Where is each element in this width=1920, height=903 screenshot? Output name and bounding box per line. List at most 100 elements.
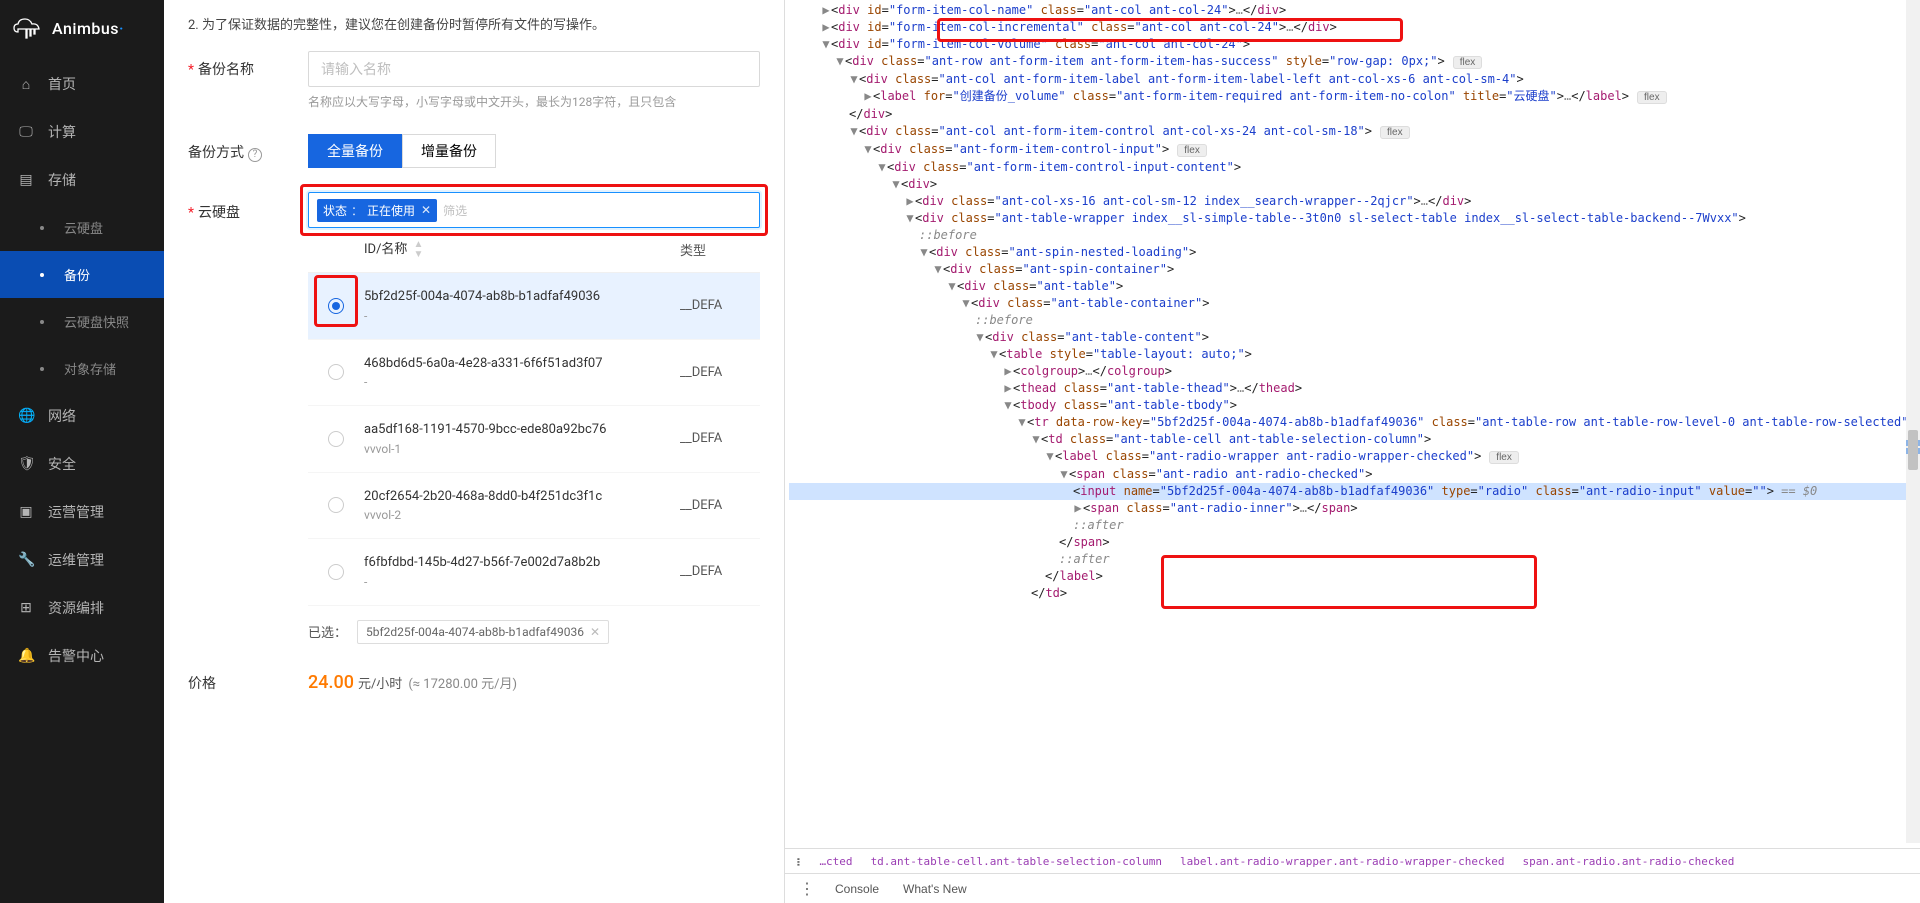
nav-network[interactable]: 🌐网络 (0, 392, 164, 440)
scroll-thumb[interactable] (1908, 430, 1918, 470)
help-text: 名称应以大写字母，小写字母或中文开头，最长为128字符，且只包含 (308, 93, 760, 110)
breadcrumb-item[interactable]: label.ant-radio-wrapper.ant-radio-wrappe… (1180, 855, 1505, 868)
dom-tree[interactable]: ▶<div id="form-item-col-name" class="ant… (785, 0, 1920, 848)
more-icon[interactable]: ⋯ (790, 858, 806, 864)
scrollbar[interactable] (1906, 0, 1920, 843)
dom-node[interactable]: ▼<div class="ant-table-content"> (789, 329, 1920, 346)
dom-node[interactable]: ▶<colgroup>…</colgroup> (789, 363, 1920, 380)
dom-node[interactable]: ▼<div class="ant-col ant-form-item-label… (789, 71, 1920, 88)
dom-node[interactable]: ▼<span class="ant-radio ant-radio-checke… (789, 466, 1920, 483)
btn-full-backup[interactable]: 全量备份 (308, 134, 402, 168)
filter-input[interactable]: 状态 ： 正在使用 ✕ 筛选 (308, 192, 760, 228)
close-icon[interactable]: ✕ (590, 625, 600, 639)
dom-node[interactable]: </span> (789, 534, 1920, 551)
dom-node[interactable]: ::after (789, 517, 1920, 534)
nav-object-storage[interactable]: 对象存储 (0, 345, 164, 392)
label-backup-name: *备份名称 (188, 51, 308, 79)
nav-orchestrate[interactable]: ⊞资源编排 (0, 584, 164, 632)
row-backup-name: *备份名称 名称应以大写字母，小写字母或中文开头，最长为128字符，且只包含 (188, 51, 760, 110)
dom-node[interactable]: ▼<div class="ant-spin-container"> (789, 261, 1920, 278)
nav-label: 首页 (48, 74, 76, 94)
radio-button[interactable] (328, 564, 344, 580)
nav-security[interactable]: 🛡安全 (0, 440, 164, 488)
table-row[interactable]: 468bd6d5-6a0a-4e28-a331-6f6f51ad3f07-__D… (308, 340, 760, 407)
breadcrumb-item[interactable]: td.ant-table-cell.ant-table-selection-co… (871, 855, 1162, 868)
dom-node[interactable]: ▶<div id="form-item-col-name" class="ant… (789, 2, 1920, 19)
help-icon[interactable]: ? (248, 148, 262, 162)
breadcrumb-item[interactable]: span.ant-radio.ant-radio-checked (1522, 855, 1734, 868)
dom-node[interactable]: ▼<div class="ant-table-container"> (789, 295, 1920, 312)
dom-node[interactable]: ▼<table style="table-layout: auto;"> (789, 346, 1920, 363)
dom-node[interactable]: ▼<div class="ant-table-wrapper index__sl… (789, 210, 1920, 227)
tab-whats-new[interactable]: What's New (893, 876, 977, 902)
dom-node[interactable]: ::before (789, 312, 1920, 329)
dom-node[interactable]: </td> (789, 585, 1920, 602)
table-row[interactable]: f6fbfdbd-145b-4d27-b56f-7e002d7a8b2b-__D… (308, 539, 760, 606)
more-icon[interactable]: ⋮ (793, 879, 821, 899)
dot-icon (40, 226, 44, 230)
grid-icon: ⊞ (18, 600, 34, 616)
table-row[interactable]: 5bf2d25f-004a-4074-ab8b-b1adfaf49036-__D… (308, 273, 760, 340)
nav-snapshot[interactable]: 云硬盘快照 (0, 298, 164, 345)
nav-volume[interactable]: 云硬盘 (0, 204, 164, 251)
input-backup-name[interactable] (308, 51, 760, 87)
logo-icon (12, 16, 48, 40)
radio-button[interactable] (328, 497, 344, 513)
dom-node[interactable]: ▶<div id="form-item-col-incremental" cla… (789, 19, 1920, 36)
nav-storage[interactable]: ▤存储 (0, 156, 164, 204)
dom-node[interactable]: ▼<div class="ant-form-item-control-input… (789, 141, 1920, 159)
dom-node[interactable]: ::before (789, 227, 1920, 244)
cell-id: 20cf2654-2b20-468a-8dd0-b4f251dc3f1cvvvo… (364, 487, 680, 525)
selected-summary: 已选： 5bf2d25f-004a-4074-ab8b-b1adfaf49036… (308, 620, 760, 644)
dom-node[interactable]: </div> (789, 106, 1920, 123)
dom-node[interactable]: ▼<div class="ant-form-item-control-input… (789, 159, 1920, 176)
dot-icon (40, 367, 44, 371)
sort-icon[interactable]: ▲▼ (413, 240, 423, 260)
dom-node[interactable]: ▼<tr data-row-key="5bf2d25f-004a-4074-ab… (789, 414, 1920, 431)
dom-node[interactable]: ▶<div class="ant-col-xs-16 ant-col-sm-12… (789, 193, 1920, 210)
breadcrumb-item[interactable]: …cted (819, 855, 852, 868)
dom-node[interactable]: ▼<label class="ant-radio-wrapper ant-rad… (789, 448, 1920, 466)
cell-type: __DEFA (680, 431, 760, 446)
nav-label: 告警中心 (48, 646, 104, 666)
nav-compute[interactable]: 🖵计算 (0, 108, 164, 156)
table-body: 5bf2d25f-004a-4074-ab8b-b1adfaf49036-__D… (308, 273, 760, 606)
dom-node[interactable]: ▼<div> (789, 176, 1920, 193)
selected-label: 已选： (308, 622, 347, 641)
nav-ops-mgmt[interactable]: ▣运营管理 (0, 488, 164, 536)
radio-button[interactable] (328, 298, 344, 314)
dom-node[interactable]: ▼<div class="ant-col ant-form-item-contr… (789, 123, 1920, 141)
radio-button[interactable] (328, 431, 344, 447)
table-row[interactable]: 20cf2654-2b20-468a-8dd0-b4f251dc3f1cvvvo… (308, 473, 760, 540)
dom-node[interactable]: ▼<div id="form-item-col-volume" class="a… (789, 36, 1920, 53)
dom-node[interactable]: ▼<div class="ant-spin-nested-loading"> (789, 244, 1920, 261)
radio-button[interactable] (328, 364, 344, 380)
dom-node[interactable]: ▼<td class="ant-table-cell ant-table-sel… (789, 431, 1920, 448)
cell-type: __DEFA (680, 498, 760, 513)
nav-maint-mgmt[interactable]: 🔧运维管理 (0, 536, 164, 584)
dom-node[interactable]: </label> (789, 568, 1920, 585)
dom-node[interactable]: <input name="5bf2d25f-004a-4074-ab8b-b1a… (789, 483, 1920, 500)
dom-node[interactable]: ▼<div class="ant-table"> (789, 278, 1920, 295)
tab-console[interactable]: Console (825, 876, 889, 902)
btn-incremental-backup[interactable]: 增量备份 (402, 134, 496, 168)
row-volume: *云硬盘 状态 ： 正在使用 ✕ 筛选 (188, 192, 760, 644)
nav-backup[interactable]: 备份 (0, 251, 164, 298)
tag-close-icon[interactable]: ✕ (421, 203, 431, 217)
table-row[interactable]: aa5df168-1191-4570-9bcc-ede80a92bc76vvvo… (308, 406, 760, 473)
dom-node[interactable]: ▶<thead class="ant-table-thead">…</thead… (789, 380, 1920, 397)
dom-node[interactable]: ▼<div class="ant-row ant-form-item ant-f… (789, 53, 1920, 71)
filter-sep: ： (351, 202, 363, 219)
nav-home[interactable]: ⌂首页 (0, 60, 164, 108)
dom-node[interactable]: ▼<tbody class="ant-table-tbody"> (789, 397, 1920, 414)
dom-node[interactable]: ::after (789, 551, 1920, 568)
storage-icon: ▤ (18, 172, 34, 188)
col-id-header[interactable]: ID/名称 (364, 240, 407, 260)
nav-alarm[interactable]: 🔔告警中心 (0, 632, 164, 680)
dom-node[interactable]: ▶<span class="ant-radio-inner">…</span> (789, 500, 1920, 517)
nav-label: 对象存储 (64, 359, 116, 378)
breadcrumb-bar[interactable]: ⋯ …cted td.ant-table-cell.ant-table-selec… (785, 848, 1920, 873)
filter-placeholder: 筛选 (443, 202, 467, 219)
dom-node[interactable]: ▶<label for="创建备份_volume" class="ant-for… (789, 88, 1920, 106)
sidebar: Animbus· ⌂首页 🖵计算 ▤存储 云硬盘 备份 云硬盘快照 对象存储 🌐… (0, 0, 164, 903)
